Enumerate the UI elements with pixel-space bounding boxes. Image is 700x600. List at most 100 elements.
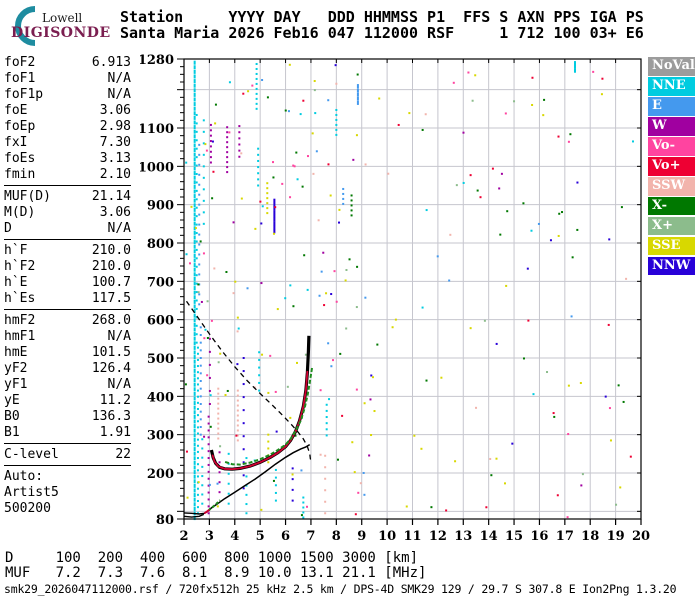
noise-dot (315, 150, 318, 153)
noise-dot (420, 447, 423, 450)
noise-dot (292, 305, 295, 308)
noise-dot (296, 361, 299, 364)
rfi-dot (266, 212, 269, 215)
noise-dot (319, 389, 322, 392)
noise-dot (199, 240, 202, 243)
noise-dot (369, 398, 372, 401)
rfi-dot (335, 128, 338, 131)
rfi-dot (226, 151, 229, 154)
rfi-dot (242, 409, 245, 412)
rfi-dot (193, 465, 196, 470)
rfi-dot (193, 410, 196, 415)
rfi-dot (266, 202, 269, 205)
rfi-dot (255, 102, 258, 105)
rfi-dot (199, 433, 202, 436)
rfi-dot (573, 61, 576, 66)
rfi-dot (193, 244, 196, 249)
rfi-dot (226, 161, 229, 164)
rfi-dot (227, 502, 230, 505)
rfi-dot (198, 293, 201, 296)
rfi-dot (236, 409, 239, 412)
x-axis-label: 7 (306, 529, 315, 544)
noise-dot (219, 352, 222, 355)
noise-dot (289, 416, 292, 419)
rfi-dot (193, 60, 196, 65)
rfi-dot (273, 221, 276, 226)
rfi-dot (226, 131, 229, 134)
rfi-dot (196, 371, 199, 374)
rfi-dot (193, 387, 196, 392)
rfi-dot (255, 82, 258, 85)
rfi-dot (193, 350, 196, 355)
x-axis-label: 15 (505, 529, 523, 544)
rfi-dot (218, 471, 221, 474)
noise-dot (527, 319, 530, 322)
rfi-dot (199, 334, 202, 336)
param-value: 117.5 (91, 291, 131, 306)
rfi-dot (273, 210, 276, 215)
noise-dot (335, 82, 338, 85)
noise-dot (498, 187, 501, 190)
rfi-dot (217, 402, 220, 405)
noise-dot (557, 234, 560, 237)
rfi-dot (199, 341, 202, 344)
rfi-dot (193, 299, 196, 304)
rfi-dot (255, 62, 258, 65)
rfi-dot (242, 383, 245, 386)
noise-dot (556, 494, 559, 497)
noise-dot (579, 382, 582, 385)
noise-dot (530, 229, 533, 232)
rfi-dot (193, 470, 196, 475)
noise-dot (312, 172, 315, 175)
rfi-dot (324, 512, 327, 515)
param-label: hmE (4, 345, 28, 360)
rfi-dot (324, 500, 327, 503)
noise-dot (567, 140, 570, 143)
noise-dot (260, 508, 263, 511)
x-axis-label: 4 (230, 529, 239, 544)
rfi-dot (196, 358, 199, 361)
param-value: 22 (115, 447, 131, 462)
rfi-dot (201, 438, 204, 441)
rfi-dot (198, 193, 201, 196)
rfi-dot (195, 215, 198, 218)
noise-dot (216, 482, 219, 485)
noise-dot (469, 174, 472, 177)
rfi-dot (195, 324, 198, 327)
rfi-dot (193, 364, 196, 369)
param-value: 6.913 (91, 55, 131, 70)
noise-dot (569, 133, 572, 136)
rfi-dot (201, 456, 204, 459)
rfi-dot (291, 478, 294, 481)
noise-dot (531, 103, 534, 106)
y-axis-label: 1000 (140, 160, 174, 175)
param-value: N/A (107, 329, 131, 344)
rfi-dot (255, 67, 258, 70)
rfi-dot (226, 166, 229, 169)
rfi-dot (195, 299, 198, 302)
noise-dot (281, 182, 284, 185)
rfi-dot (198, 173, 201, 176)
rfi-dot (258, 374, 261, 377)
param-row-foep: foEp 2.98 (4, 119, 131, 135)
rfi-dot (207, 457, 210, 460)
rfi-dot (202, 153, 205, 156)
rfi-dot (218, 461, 221, 464)
rfi-dot (325, 428, 328, 431)
rfi-dot (207, 512, 210, 515)
noise-dot (331, 359, 334, 362)
param-value: 1.91 (99, 425, 131, 440)
rfi-dot (325, 409, 328, 412)
param-row-b0: B0 136.3 (4, 409, 131, 425)
noise-dot (304, 353, 307, 356)
x-axis-label: 8 (332, 529, 341, 544)
rfi-dot (226, 141, 229, 144)
noise-dot (549, 239, 552, 242)
header-station-values: Santa Maria 2026 Feb16 047 112000 RSF 1 … (120, 24, 644, 42)
noise-dot (368, 454, 371, 457)
noise-dot (499, 233, 502, 236)
param-label: h`E (4, 275, 28, 290)
rfi-dot (257, 166, 260, 169)
noise-dot (348, 258, 351, 261)
rfi-dot (350, 204, 353, 207)
